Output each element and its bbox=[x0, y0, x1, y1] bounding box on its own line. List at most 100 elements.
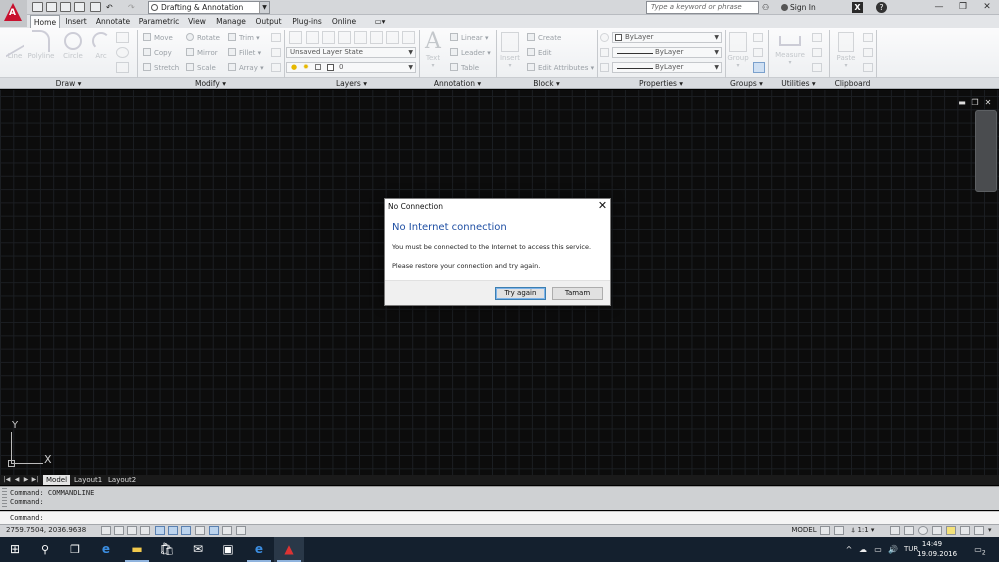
tab-insert[interactable]: Insert bbox=[63, 15, 89, 28]
leader-tool[interactable]: Leader ▾ bbox=[450, 48, 491, 59]
grid-display-icon[interactable] bbox=[127, 526, 137, 535]
layer-icon[interactable] bbox=[402, 31, 415, 44]
save-icon[interactable] bbox=[60, 2, 71, 12]
action-tray-icon[interactable]: ▭ bbox=[871, 537, 885, 562]
minimize-button[interactable]: — bbox=[927, 0, 951, 15]
match-properties-icon[interactable] bbox=[600, 33, 609, 42]
viewport-close-button[interactable]: ✕ bbox=[983, 98, 993, 108]
explode-icon[interactable] bbox=[271, 48, 281, 57]
insert-block-tool[interactable]: Insert ▾ bbox=[499, 30, 521, 69]
stretch-tool[interactable]: Stretch bbox=[143, 63, 179, 74]
navigation-bar[interactable] bbox=[975, 110, 997, 192]
object-snap-icon[interactable] bbox=[168, 526, 178, 535]
panel-groups[interactable]: Groups ▾ bbox=[725, 78, 768, 89]
fillet-tool[interactable]: Fillet ▾ bbox=[228, 48, 261, 59]
panel-properties[interactable]: Properties ▾ bbox=[597, 78, 725, 89]
color-dropdown[interactable]: ByLayer ▼ bbox=[612, 32, 722, 43]
group-edit-icon[interactable] bbox=[753, 48, 763, 57]
id-point-icon[interactable] bbox=[812, 63, 822, 72]
clean-screen-icon[interactable] bbox=[974, 526, 984, 535]
status-menu-icon[interactable]: ▾ bbox=[988, 526, 992, 534]
undo-icon[interactable]: ↶ bbox=[106, 2, 113, 13]
plot-icon[interactable] bbox=[90, 2, 101, 12]
calculator-icon[interactable] bbox=[812, 48, 822, 57]
windows-start-icon[interactable]: ⊞ bbox=[0, 537, 30, 562]
layer-state-dropdown[interactable]: Unsaved Layer State ▼ bbox=[286, 47, 416, 58]
linetype-icon[interactable] bbox=[600, 48, 609, 57]
tab-plug-ins[interactable]: Plug-ins bbox=[289, 15, 325, 28]
layer-icon[interactable] bbox=[306, 31, 319, 44]
ortho-mode-icon[interactable] bbox=[140, 526, 150, 535]
auto-scale-icon[interactable] bbox=[904, 526, 914, 535]
quick-view-drawings-icon[interactable] bbox=[834, 526, 844, 535]
tab-annotate[interactable]: Annotate bbox=[94, 15, 132, 28]
annotation-scale[interactable]: ⍋ 1:1 ▾ bbox=[851, 525, 874, 536]
workspace-switching-icon[interactable] bbox=[918, 526, 928, 535]
polyline-tool[interactable]: Polyline bbox=[27, 30, 55, 60]
tab-view[interactable]: View bbox=[186, 15, 208, 28]
ungroup-icon[interactable] bbox=[753, 33, 763, 42]
internet-explorer-icon[interactable]: e bbox=[244, 537, 274, 562]
sign-in-button[interactable]: Sign In bbox=[780, 1, 842, 14]
paste-tool[interactable]: Paste ▾ bbox=[834, 30, 858, 69]
store-icon[interactable]: 🛍 bbox=[152, 537, 182, 562]
rectangle-icon[interactable] bbox=[116, 32, 129, 43]
new-icon[interactable] bbox=[32, 2, 43, 12]
hardware-acceleration-icon[interactable] bbox=[960, 526, 970, 535]
tab-online[interactable]: Online bbox=[330, 15, 358, 28]
layer-icon[interactable] bbox=[322, 31, 335, 44]
lineweight-dropdown[interactable]: ByLayer ▼ bbox=[612, 62, 722, 73]
network-tray-icon[interactable]: ☁ bbox=[856, 537, 870, 562]
trim-tool[interactable]: Trim ▾ bbox=[228, 33, 260, 44]
annotation-visibility-icon[interactable] bbox=[890, 526, 900, 535]
cut-icon[interactable] bbox=[863, 33, 873, 42]
dialog-close-icon[interactable]: ✕ bbox=[594, 199, 611, 213]
task-view-icon[interactable]: ❐ bbox=[60, 537, 90, 562]
first-layout-icon[interactable]: |◀ bbox=[3, 476, 11, 484]
panel-utilities[interactable]: Utilities ▾ bbox=[768, 78, 829, 89]
viewport-restore-button[interactable]: ❐ bbox=[970, 98, 980, 108]
layer-icon[interactable] bbox=[370, 31, 383, 44]
edit-attributes-tool[interactable]: Edit Attributes ▾ bbox=[527, 63, 594, 74]
isolate-objects-icon[interactable] bbox=[946, 526, 956, 535]
tab-output[interactable]: Output bbox=[253, 15, 284, 28]
restore-button[interactable]: ❐ bbox=[951, 0, 975, 15]
language-indicator[interactable]: TUR bbox=[904, 537, 918, 562]
application-menu-button[interactable]: A bbox=[0, 0, 27, 27]
array-tool[interactable]: Array ▾ bbox=[228, 63, 264, 74]
edge-browser-icon[interactable]: e bbox=[91, 537, 121, 562]
group-selection-icon[interactable] bbox=[753, 62, 765, 73]
dynamic-input-icon[interactable] bbox=[222, 526, 232, 535]
coordinates-readout[interactable]: 2759.7504, 2036.9638 bbox=[6, 526, 86, 535]
redo-icon[interactable]: ↷ bbox=[128, 2, 135, 13]
layer-icon[interactable] bbox=[354, 31, 367, 44]
exchange-apps-icon[interactable]: X bbox=[852, 2, 863, 13]
layer-properties-icon[interactable] bbox=[289, 31, 302, 44]
object-snap-tracking-icon[interactable] bbox=[195, 526, 205, 535]
layer-dropdown[interactable]: ● ✹ 0 ▼ bbox=[286, 62, 416, 73]
panel-block[interactable]: Block ▾ bbox=[496, 78, 597, 89]
create-block-tool[interactable]: Create bbox=[527, 33, 561, 44]
close-button[interactable]: ✕ bbox=[975, 0, 999, 15]
quick-view-layouts-icon[interactable] bbox=[820, 526, 830, 535]
tab-overflow-icon[interactable]: ▭▾ bbox=[370, 15, 390, 28]
move-tool[interactable]: Move bbox=[143, 33, 173, 44]
tab-layout1[interactable]: Layout1 bbox=[71, 475, 105, 485]
polar-tracking-icon[interactable] bbox=[155, 526, 165, 535]
scale-tool[interactable]: Scale bbox=[186, 63, 216, 74]
open-icon[interactable] bbox=[46, 2, 57, 12]
workspace-selector[interactable]: Drafting & Annotation ▼ bbox=[148, 1, 270, 14]
lineweight-toggle-icon[interactable] bbox=[236, 526, 246, 535]
volume-icon[interactable]: 🔊 bbox=[886, 537, 900, 562]
command-input[interactable] bbox=[0, 511, 999, 524]
try-again-button[interactable]: Try again bbox=[495, 287, 546, 300]
copy-clip-icon[interactable] bbox=[863, 48, 873, 57]
grip-icon[interactable] bbox=[2, 488, 7, 508]
table-tool[interactable]: Table bbox=[450, 63, 479, 74]
measure-tool[interactable]: Measure ▾ bbox=[773, 30, 807, 66]
rotate-tool[interactable]: Rotate bbox=[186, 33, 220, 44]
panel-annotation[interactable]: Annotation ▾ bbox=[419, 78, 496, 89]
tab-parametric[interactable]: Parametric bbox=[137, 15, 181, 28]
model-space-button[interactable]: MODEL bbox=[790, 525, 818, 536]
tab-home[interactable]: Home bbox=[30, 15, 60, 28]
